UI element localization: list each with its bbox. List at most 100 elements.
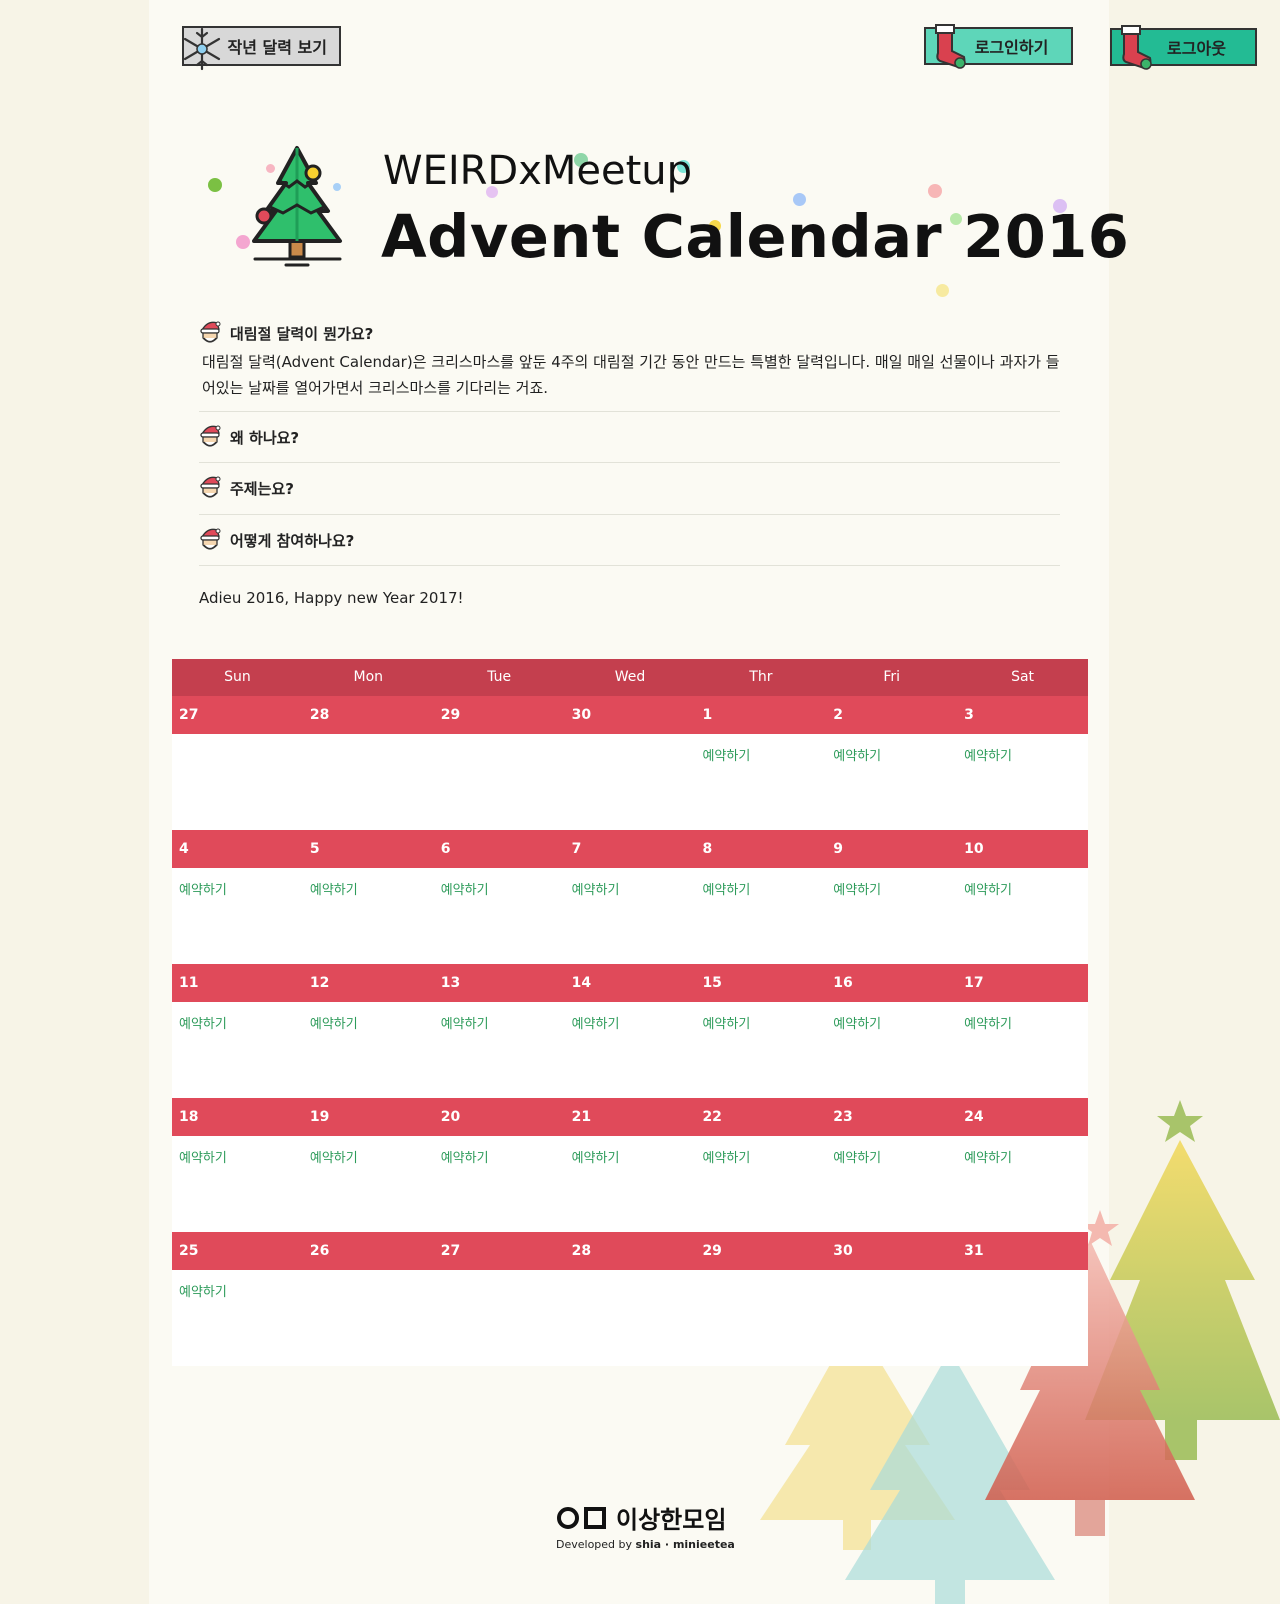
- calendar-week: 27 28 29 30 1 2 3 예약하기 예약하기 예약하기: [172, 696, 1088, 830]
- footer-logo: 이상한모임: [556, 1500, 726, 1535]
- reserve-link[interactable]: 예약하기: [179, 1285, 227, 1300]
- reserve-link[interactable]: 예약하기: [702, 1151, 750, 1166]
- reserve-row: 예약하기 예약하기 예약하기 예약하기 예약하기 예약하기 예약하기: [172, 1002, 1088, 1098]
- day-cell: 예약하기: [565, 868, 696, 964]
- faq-item: 주제는요?: [199, 463, 1060, 515]
- reserve-link[interactable]: 예약하기: [702, 883, 750, 898]
- reserve-row: 예약하기 예약하기 예약하기 예약하기 예약하기 예약하기 예약하기: [172, 1136, 1088, 1232]
- day-cell: 예약하기: [565, 1136, 696, 1232]
- snowflake-icon: [183, 27, 221, 71]
- reserve-link[interactable]: 예약하기: [441, 1017, 489, 1032]
- weekday-label: Fri: [883, 669, 901, 685]
- login-button[interactable]: 로그인하기: [924, 24, 1073, 69]
- reserve-link[interactable]: 예약하기: [833, 1151, 881, 1166]
- page-title: Advent Calendar 2016: [381, 202, 1130, 271]
- santa-icon: [200, 321, 221, 343]
- day-number: 13: [440, 975, 461, 991]
- faq-question[interactable]: 대림절 달력이 뭔가요?: [199, 318, 1060, 348]
- day-number: 26: [309, 1243, 330, 1259]
- reserve-link[interactable]: 예약하기: [964, 1017, 1012, 1032]
- day-number: 2: [833, 707, 844, 723]
- santa-icon: [200, 476, 221, 498]
- day-number: 16: [833, 975, 853, 991]
- santa-icon: [200, 425, 221, 447]
- day-number: 27: [179, 707, 199, 723]
- day-cell: 예약하기: [172, 1002, 303, 1098]
- logout-label: 로그아웃: [1167, 39, 1226, 58]
- reserve-link[interactable]: 예약하기: [702, 749, 750, 764]
- day-number: 20: [440, 1109, 461, 1125]
- day-number: 4: [179, 841, 189, 857]
- stocking-icon: [1121, 25, 1152, 70]
- weekday-label: Wed: [614, 669, 646, 685]
- date-row: 25 26 27 28 29 30 31: [172, 1232, 1088, 1270]
- day-cell: 예약하기: [957, 1002, 1088, 1098]
- last-year-calendar-label: 작년 달력 보기: [227, 38, 327, 57]
- credit-names: shia · minieetea: [635, 1538, 735, 1551]
- day-number: 17: [964, 975, 984, 991]
- day-cell: 예약하기: [565, 1002, 696, 1098]
- reserve-link[interactable]: 예약하기: [964, 749, 1012, 764]
- day-cell: 예약하기: [695, 1002, 826, 1098]
- day-number: 7: [571, 841, 582, 857]
- reserve-link[interactable]: 예약하기: [572, 1017, 620, 1032]
- last-year-calendar-button[interactable]: 작년 달력 보기: [182, 26, 341, 71]
- reserve-link[interactable]: 예약하기: [179, 1017, 227, 1032]
- faq-question-text: 어떻게 참여하나요?: [230, 531, 355, 550]
- day-number: 28: [571, 1243, 592, 1259]
- day-cell: 예약하기: [303, 1002, 434, 1098]
- day-number: 19: [309, 1109, 330, 1125]
- faq-question[interactable]: 왜 하나요?: [199, 422, 1060, 452]
- day-cell: [565, 734, 696, 830]
- day-cell: 예약하기: [434, 1002, 565, 1098]
- day-cell: 예약하기: [695, 868, 826, 964]
- faq-question[interactable]: 어떻게 참여하나요?: [199, 525, 1060, 555]
- faq-question[interactable]: 주제는요?: [199, 473, 1060, 503]
- day-number: 12: [309, 975, 330, 991]
- faq-question-text: 왜 하나요?: [230, 428, 300, 447]
- faq-item: 어떻게 참여하나요?: [199, 515, 1060, 566]
- day-cell: 예약하기: [826, 734, 957, 830]
- reserve-link[interactable]: 예약하기: [441, 883, 489, 898]
- reserve-link[interactable]: 예약하기: [572, 883, 620, 898]
- reserve-link[interactable]: 예약하기: [572, 1151, 620, 1166]
- reserve-link[interactable]: 예약하기: [702, 1017, 750, 1032]
- date-row: 27 28 29 30 1 2 3: [172, 696, 1088, 734]
- reserve-link[interactable]: 예약하기: [310, 883, 358, 898]
- reserve-row: 예약하기 예약하기 예약하기 예약하기 예약하기 예약하기 예약하기: [172, 868, 1088, 964]
- day-number: 14: [571, 975, 592, 991]
- reserve-link[interactable]: 예약하기: [964, 883, 1012, 898]
- logout-button[interactable]: 로그아웃: [1110, 25, 1257, 70]
- day-number: 8: [702, 841, 713, 857]
- day-number: 28: [309, 707, 330, 723]
- day-cell: [957, 1270, 1088, 1366]
- reserve-link[interactable]: 예약하기: [310, 1151, 358, 1166]
- stocking-icon: [935, 24, 966, 69]
- reserve-link[interactable]: 예약하기: [179, 1151, 227, 1166]
- confetti-dot: [936, 284, 949, 297]
- reserve-link[interactable]: 예약하기: [310, 1017, 358, 1032]
- reserve-link[interactable]: 예약하기: [441, 1151, 489, 1166]
- faq-item: 대림절 달력이 뭔가요? 대림절 달력(Advent Calendar)은 크리…: [199, 318, 1060, 412]
- reserve-link[interactable]: 예약하기: [964, 1151, 1012, 1166]
- day-cell: 예약하기: [303, 1136, 434, 1232]
- day-number: 23: [833, 1109, 853, 1125]
- footer-logo-text: 이상한모임: [616, 1506, 727, 1534]
- christmas-tree-icon: [252, 146, 342, 267]
- reserve-link[interactable]: 예약하기: [833, 883, 881, 898]
- reserve-link[interactable]: 예약하기: [179, 883, 227, 898]
- day-cell: 예약하기: [434, 868, 565, 964]
- circle-square-logo-icon: [557, 1506, 606, 1529]
- day-number: 29: [440, 707, 461, 723]
- reserve-row: 예약하기 예약하기 예약하기: [172, 734, 1088, 830]
- day-number: 15: [702, 975, 722, 991]
- day-cell: 예약하기: [695, 734, 826, 830]
- reserve-link[interactable]: 예약하기: [833, 1017, 881, 1032]
- reserve-link[interactable]: 예약하기: [833, 749, 881, 764]
- date-row: 4 5 6 7 8 9 10: [172, 830, 1088, 868]
- calendar-weeks: 27 28 29 30 1 2 3 예약하기 예약하기 예약하기 4 5 6 7 8 9 10 예약하기 예약하기 예…: [172, 696, 1088, 1366]
- day-cell: [303, 734, 434, 830]
- day-number: 3: [964, 707, 974, 723]
- day-cell: 예약하기: [434, 1136, 565, 1232]
- faq-answer: 대림절 달력(Advent Calendar)은 크리스마스를 앞둔 4주의 대…: [202, 353, 1060, 397]
